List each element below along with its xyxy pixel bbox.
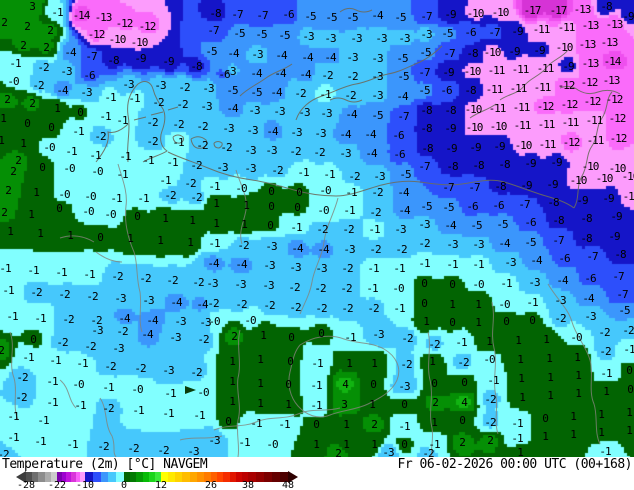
colorbar-tick-label: 38 xyxy=(242,482,254,490)
weather-map: 3-1-14-13-12-12222-12-10-1022-4-7-8-9-9-… xyxy=(0,0,634,457)
colorbar-tick-label: 26 xyxy=(205,482,217,490)
weather-map-page: 3-1-14-13-12-12222-12-10-1022-4-7-8-9-9-… xyxy=(0,0,634,490)
colorbar-tick-label: 12 xyxy=(155,482,167,490)
forecast-datetime: Fr 06-02-2026 00:00 UTC (00+168) xyxy=(398,457,632,472)
colorbar-tick-label: -10 xyxy=(76,482,94,490)
legend-title: Temperature (2m) [°C] NAVGEM xyxy=(2,457,207,472)
temperature-field-canvas xyxy=(0,0,634,457)
colorbar-tick-label: -28 xyxy=(17,482,35,490)
colorbar-tick-label: 0 xyxy=(121,482,127,490)
colorbar-ticks: -28 -22 -10 0 12 26 38 48 xyxy=(0,482,634,490)
legend-bar: Temperature (2m) [°C] NAVGEM Fr 06-02-20… xyxy=(0,457,634,490)
colorbar-tick-label: 48 xyxy=(282,482,294,490)
colorbar-tick-label: -22 xyxy=(48,482,66,490)
temperature-colorbar xyxy=(0,472,634,482)
